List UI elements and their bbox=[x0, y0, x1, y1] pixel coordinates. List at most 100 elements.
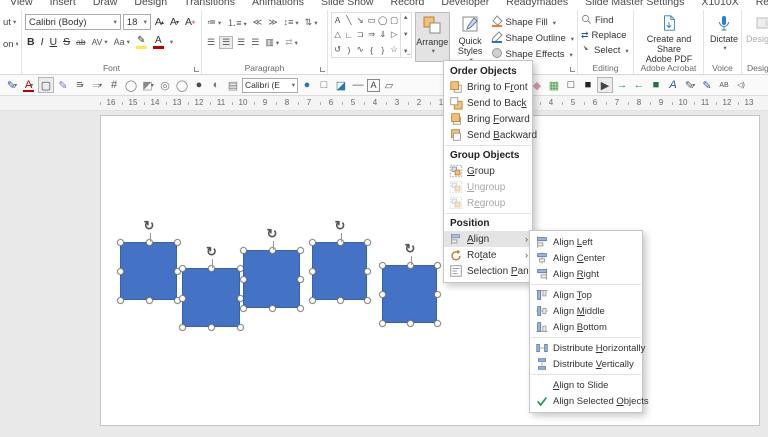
blue-circle-icon[interactable]: ● bbox=[299, 77, 315, 93]
arrange-button[interactable]: Arrange ▾ bbox=[415, 12, 450, 62]
align-left-icon[interactable]: ☰ bbox=[205, 37, 217, 48]
menu-item-align-selected-objects[interactable]: Align Selected Objects bbox=[530, 393, 642, 409]
highlight-color-icon[interactable]: ✎ bbox=[134, 36, 149, 49]
selection-handle[interactable] bbox=[117, 268, 124, 275]
shape-icon-0[interactable]: A bbox=[332, 13, 343, 28]
columns-icon[interactable]: ▥▾ bbox=[263, 37, 281, 48]
bold-button[interactable]: B bbox=[25, 36, 37, 48]
tab-readymades[interactable]: Readymades bbox=[506, 0, 568, 10]
shape-square-1[interactable]: ↻ bbox=[120, 242, 177, 300]
green-arrow-right-icon[interactable]: → bbox=[614, 77, 630, 93]
gallery-more-icon[interactable]: ▼̲ bbox=[403, 49, 409, 55]
menu-item-bring-to-front[interactable]: Bring to Front bbox=[444, 79, 532, 95]
shape-square-5[interactable]: ↻ bbox=[382, 265, 437, 323]
shape-icon-10[interactable]: ⇓ bbox=[377, 28, 388, 43]
convert-smartart-icon[interactable]: ⇄▾ bbox=[283, 37, 300, 48]
tab-review[interactable]: Review bbox=[756, 0, 768, 10]
selection-handle[interactable] bbox=[297, 305, 304, 312]
rotate-handle-icon[interactable]: ↻ bbox=[206, 245, 217, 258]
arrow-style-icon[interactable]: ⇒▾ bbox=[89, 77, 105, 93]
fill-slant-icon[interactable]: ◩▾ bbox=[140, 77, 156, 93]
increase-font-size-icon[interactable]: A▴ bbox=[153, 16, 166, 28]
black-square-icon[interactable]: ■ bbox=[580, 77, 596, 93]
dictate-button[interactable]: Dictate ▾ bbox=[707, 12, 741, 54]
horizontal-ruler[interactable]: 1615141312111098765432101234567891011121… bbox=[0, 96, 768, 111]
italic-a-icon[interactable]: A bbox=[665, 77, 681, 93]
replace-button[interactable]: ⇄ Replace bbox=[581, 28, 630, 43]
line-icon[interactable]: — bbox=[350, 77, 366, 93]
text-direction-icon[interactable]: ⇅▾ bbox=[303, 17, 320, 28]
menu-item-selection-pane[interactable]: Selection Pane... bbox=[444, 263, 532, 279]
font-color-icon[interactable]: A bbox=[151, 36, 166, 49]
menu-item-align-bottom[interactable]: Align Bottom bbox=[530, 319, 642, 335]
shape-square-2[interactable]: ↻ bbox=[182, 268, 240, 327]
menu-item-align-right[interactable]: Align Right bbox=[530, 266, 642, 282]
selection-handle[interactable] bbox=[117, 239, 124, 246]
change-case-icon[interactable]: Aa▾ bbox=[112, 37, 132, 47]
rotate-handle-icon[interactable]: ↻ bbox=[335, 219, 346, 232]
font-size-select[interactable]: 18▾ bbox=[123, 14, 151, 30]
shape-square-3[interactable]: ↻ bbox=[243, 250, 300, 308]
crop-icon[interactable]: # bbox=[106, 77, 122, 93]
decrease-indent-icon[interactable]: ≪ bbox=[251, 17, 264, 28]
menu-item-align-middle[interactable]: Align Middle bbox=[530, 303, 642, 319]
drawing-dialog-launcher-icon[interactable] bbox=[570, 67, 575, 72]
shape-icon-3[interactable]: ▭ bbox=[366, 13, 377, 28]
translate-icon[interactable]: AB bbox=[716, 77, 732, 93]
tab-developer[interactable]: Developer bbox=[441, 0, 489, 10]
justify-icon[interactable]: ☰ bbox=[249, 37, 261, 48]
section-button-partial[interactable]: on▾ bbox=[3, 36, 18, 52]
gallery-up-icon[interactable]: ▲ bbox=[403, 15, 409, 21]
selection-handle[interactable] bbox=[179, 324, 186, 331]
strikethrough-ab-icon[interactable]: ab bbox=[74, 37, 87, 47]
border-color-icon[interactable]: ✎▾ bbox=[4, 77, 20, 93]
selection-handle[interactable] bbox=[379, 320, 386, 327]
shape-icon-5[interactable]: ▢ bbox=[388, 13, 399, 28]
font-color-icon[interactable]: A▾ bbox=[21, 77, 37, 93]
decrease-font-size-icon[interactable]: A▾ bbox=[168, 16, 181, 28]
selection-handle[interactable] bbox=[309, 297, 316, 304]
shape-icon-14[interactable]: ∿ bbox=[355, 42, 366, 57]
tab-draw[interactable]: Draw bbox=[93, 0, 118, 10]
increase-indent-icon[interactable]: ≫ bbox=[266, 17, 279, 28]
rotate-handle-icon[interactable]: ↻ bbox=[144, 219, 155, 232]
menu-item-align-center[interactable]: Align Center bbox=[530, 250, 642, 266]
textbox-icon[interactable]: A bbox=[367, 79, 380, 92]
character-spacing-icon[interactable]: AV▾ bbox=[90, 37, 110, 47]
numbering-icon[interactable]: ⒈≡▾ bbox=[225, 16, 249, 29]
shape-icon-9[interactable]: ⇒ bbox=[366, 28, 377, 43]
style-brush-icon[interactable]: ✎ bbox=[55, 77, 71, 93]
shape-icon-7[interactable]: ∟ bbox=[343, 28, 354, 43]
create-pdf-button[interactable]: Create and Share Adobe PDF bbox=[637, 12, 701, 64]
gallery-down-icon[interactable]: ▼ bbox=[403, 32, 409, 38]
tab-slide-master-settings[interactable]: Slide Master Settings bbox=[585, 0, 684, 10]
oval-icon[interactable]: ◯ bbox=[123, 77, 139, 93]
selection-handle[interactable] bbox=[434, 262, 441, 269]
shape-icon-13[interactable]: ) bbox=[343, 42, 354, 57]
underline-button[interactable]: U bbox=[48, 36, 60, 48]
selection-handle[interactable] bbox=[146, 297, 153, 304]
circle-half-icon[interactable]: ◐ bbox=[208, 77, 224, 93]
shape-icon-17[interactable]: ☆ bbox=[388, 42, 399, 57]
tab-transitions[interactable]: Transitions bbox=[184, 0, 235, 10]
strikethrough-button[interactable]: S bbox=[61, 36, 72, 48]
font-dialog-launcher-icon[interactable] bbox=[194, 67, 199, 72]
tab-slide-show[interactable]: Slide Show bbox=[321, 0, 374, 10]
read-aloud-icon[interactable]: ◁) bbox=[733, 77, 749, 93]
shape-square-4[interactable]: ↻ bbox=[312, 242, 367, 300]
menu-item-distribute-horizontally[interactable]: Distribute Horizontally bbox=[530, 340, 642, 356]
selection-handle[interactable] bbox=[237, 324, 244, 331]
menu-item-distribute-vertically[interactable]: Distribute Vertically bbox=[530, 356, 642, 372]
quick-styles-button[interactable]: Quick Styles ▾ bbox=[453, 12, 488, 62]
selection-handle[interactable] bbox=[240, 305, 247, 312]
pen-dropdown-icon[interactable]: ✎▾ bbox=[682, 77, 698, 93]
shape-icon-1[interactable]: ╲ bbox=[343, 13, 354, 28]
selection-handle[interactable] bbox=[309, 268, 316, 275]
line-spacing-icon[interactable]: ↕≡▾ bbox=[282, 17, 301, 27]
paragraph-dialog-launcher-icon[interactable] bbox=[320, 67, 325, 72]
italic-button[interactable]: I bbox=[39, 36, 46, 48]
shape-outline-button[interactable]: Shape Outline▾ bbox=[491, 31, 574, 46]
align-center-icon[interactable]: ☰ bbox=[219, 36, 233, 49]
font-name-select[interactable]: Calibri (Body)▾ bbox=[25, 14, 121, 30]
green-square-icon[interactable]: ■ bbox=[648, 77, 664, 93]
